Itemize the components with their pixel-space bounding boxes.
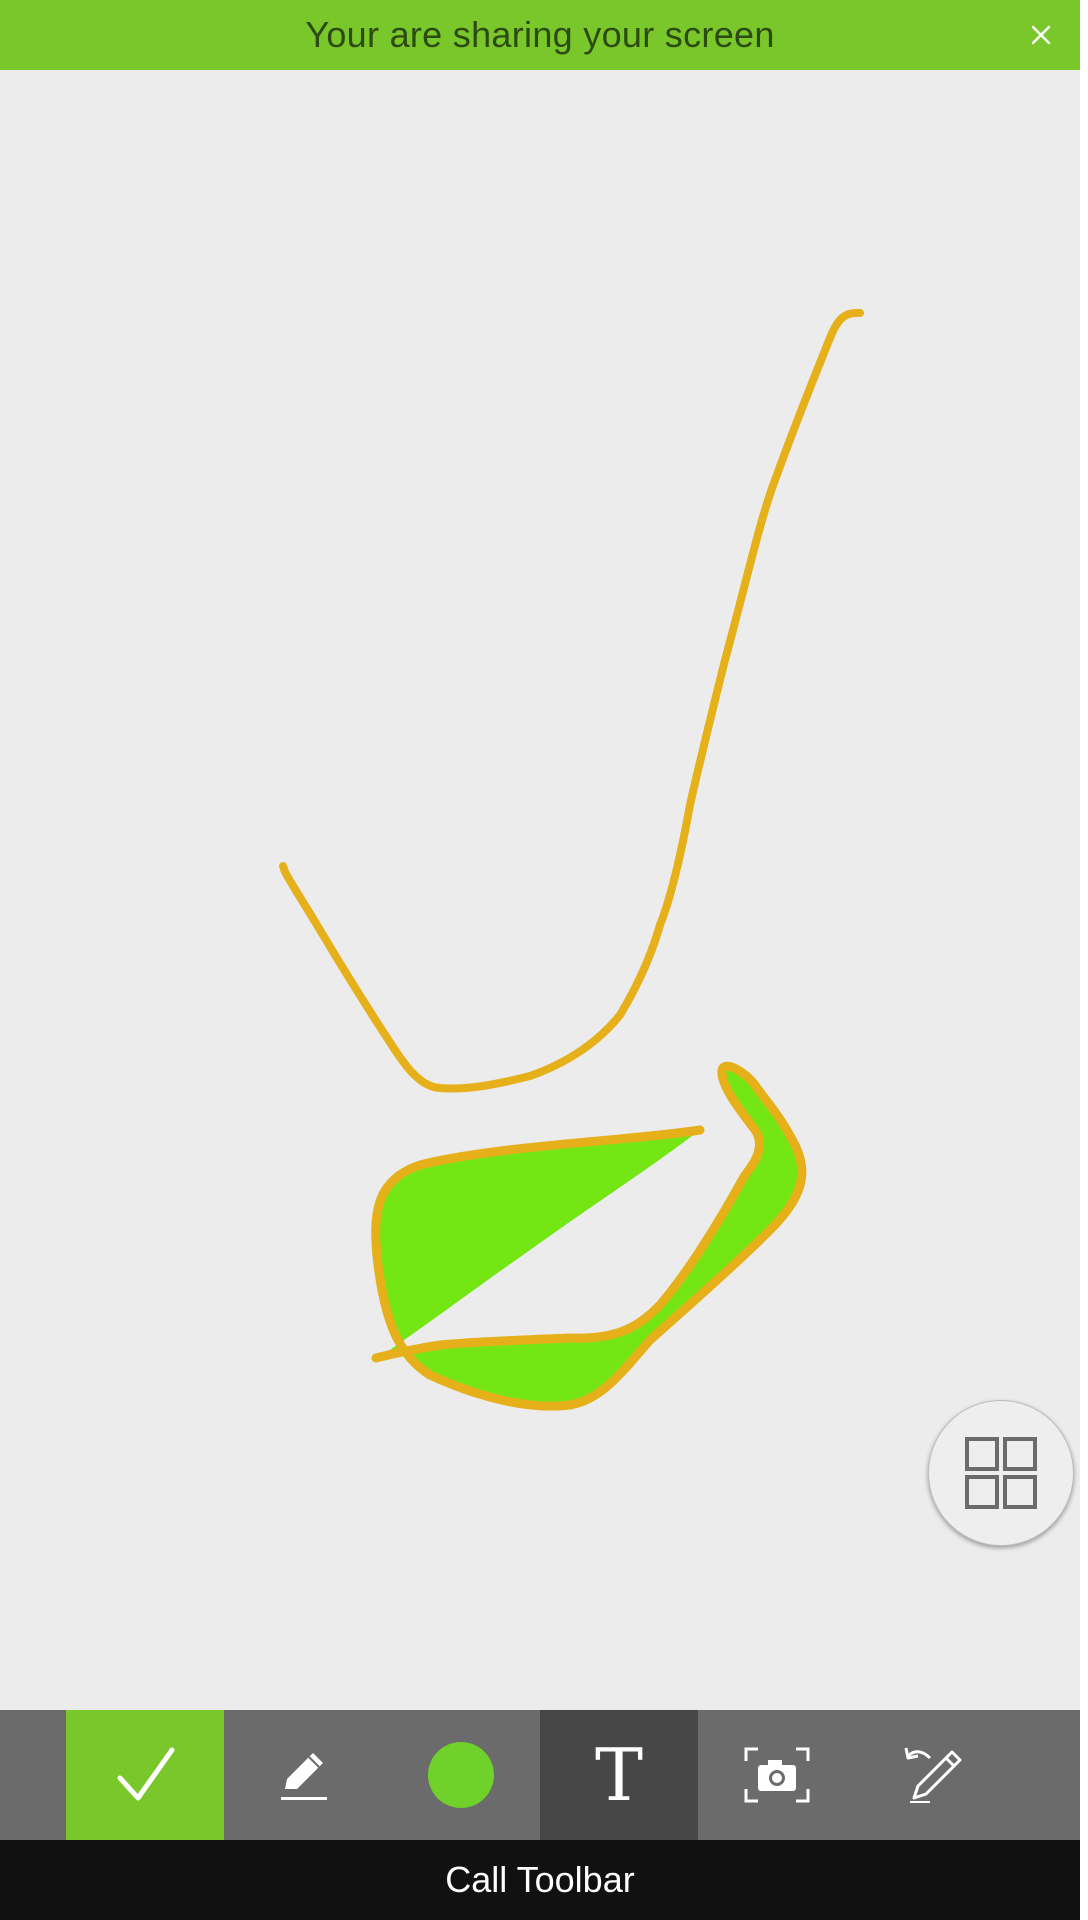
camera-icon bbox=[744, 1747, 810, 1803]
screenshot-button[interactable] bbox=[698, 1710, 856, 1840]
draw-tool-button[interactable] bbox=[224, 1710, 382, 1840]
color-picker-button[interactable] bbox=[382, 1710, 540, 1840]
pencil-icon bbox=[281, 1753, 327, 1800]
undo-pencil-icon bbox=[904, 1747, 962, 1803]
screen: Your are sharing your screen T Call Tool… bbox=[0, 0, 1088, 1920]
text-tool-button[interactable]: T bbox=[540, 1710, 698, 1840]
call-toolbar-caption: Call Toolbar bbox=[0, 1840, 1080, 1920]
close-icon[interactable] bbox=[1026, 20, 1056, 50]
undo-draw-button[interactable] bbox=[856, 1710, 1014, 1840]
color-dot-icon bbox=[428, 1742, 494, 1808]
screen-share-banner-text: Your are sharing your screen bbox=[305, 14, 775, 55]
screen-share-banner: Your are sharing your screen bbox=[0, 0, 1080, 70]
hook-stroke bbox=[279, 308, 864, 1093]
text-icon: T bbox=[594, 1733, 644, 1817]
call-toolbar-label: Call Toolbar bbox=[445, 1859, 635, 1900]
confirm-button[interactable] bbox=[66, 1710, 224, 1840]
annotation-toolbar: T bbox=[0, 1710, 1080, 1840]
annotation-layer[interactable] bbox=[0, 70, 1080, 1710]
checkmark-icon bbox=[117, 1747, 175, 1801]
filled-loop-shape bbox=[375, 1066, 802, 1407]
grid-menu-button[interactable] bbox=[928, 1400, 1074, 1546]
grid-icon bbox=[965, 1437, 1037, 1509]
screen-edge bbox=[1080, 0, 1088, 1920]
